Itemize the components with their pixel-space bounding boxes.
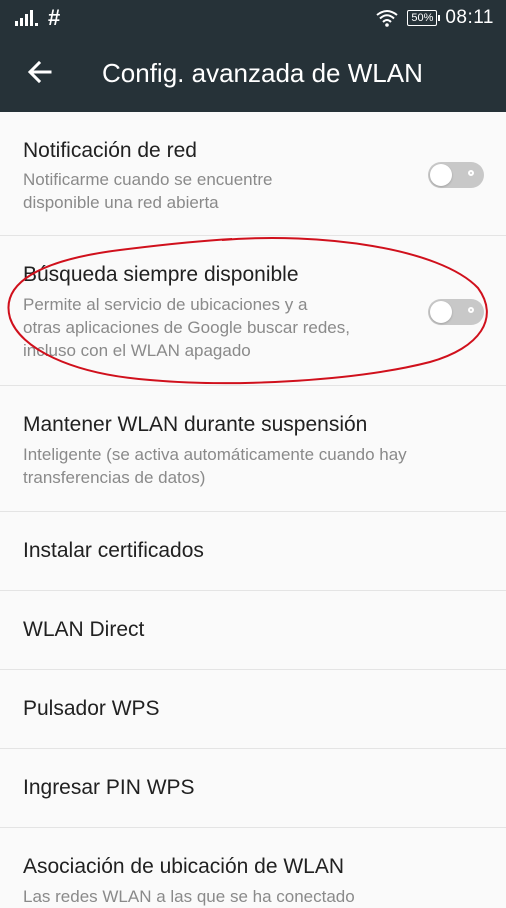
setting-subtitle: Permite al servicio de ubicaciones y a o… xyxy=(23,295,350,360)
toggle-knob xyxy=(430,164,452,186)
extra-indicator: # xyxy=(48,5,61,30)
setting-title: Búsqueda siempre disponible xyxy=(23,263,299,286)
setting-wlan-direct[interactable]: WLAN Direct xyxy=(0,591,506,670)
scanning-always-available-toggle[interactable] xyxy=(428,299,484,325)
status-left: # xyxy=(14,6,60,30)
setting-title: Notificación de red xyxy=(23,139,197,162)
setting-title: Instalar certificados xyxy=(23,539,204,562)
arrow-left-icon[interactable] xyxy=(26,58,54,86)
setting-title: Pulsador WPS xyxy=(23,697,160,720)
status-bar: # 50% 08:11 xyxy=(0,0,506,36)
toggle-off-dot xyxy=(468,307,474,313)
signal-bars-icon xyxy=(15,10,38,26)
page-title: Config. avanzada de WLAN xyxy=(102,58,423,88)
status-time: 08:11 xyxy=(445,7,494,28)
setting-title: WLAN Direct xyxy=(23,618,145,641)
battery-indicator: 50% xyxy=(407,10,441,26)
status-right: 50% 08:11 xyxy=(375,6,494,30)
toggle-knob xyxy=(430,301,452,323)
setting-subtitle: Las redes WLAN a las que se ha conectado xyxy=(23,887,355,906)
setting-wlan-location-association[interactable]: Asociación de ubicación de WLAN Las rede… xyxy=(0,828,506,906)
setting-title: Ingresar PIN WPS xyxy=(23,776,195,799)
setting-title: Asociación de ubicación de WLAN xyxy=(23,855,345,878)
setting-install-certificates[interactable]: Instalar certificados xyxy=(0,512,506,591)
wifi-icon xyxy=(376,10,398,27)
settings-list: Notificación de red Notificarme cuando s… xyxy=(0,112,506,906)
setting-scanning-always-available[interactable]: Búsqueda siempre disponible Permite al s… xyxy=(0,236,506,386)
setting-network-notification[interactable]: Notificación de red Notificarme cuando s… xyxy=(0,112,506,236)
setting-subtitle: Inteligente (se activa automáticamente c… xyxy=(23,445,407,487)
setting-title: Mantener WLAN durante suspensión xyxy=(23,413,368,436)
setting-keep-wlan-during-sleep[interactable]: Mantener WLAN durante suspensión Intelig… xyxy=(0,386,506,512)
setting-wps-pin-entry[interactable]: Ingresar PIN WPS xyxy=(0,749,506,828)
network-notification-toggle[interactable] xyxy=(428,162,484,188)
app-bar: Config. avanzada de WLAN xyxy=(0,36,506,112)
toggle-off-dot xyxy=(468,170,474,176)
setting-wps-push-button[interactable]: Pulsador WPS xyxy=(0,670,506,749)
setting-subtitle: Notificarme cuando se encuentre disponib… xyxy=(23,170,273,212)
